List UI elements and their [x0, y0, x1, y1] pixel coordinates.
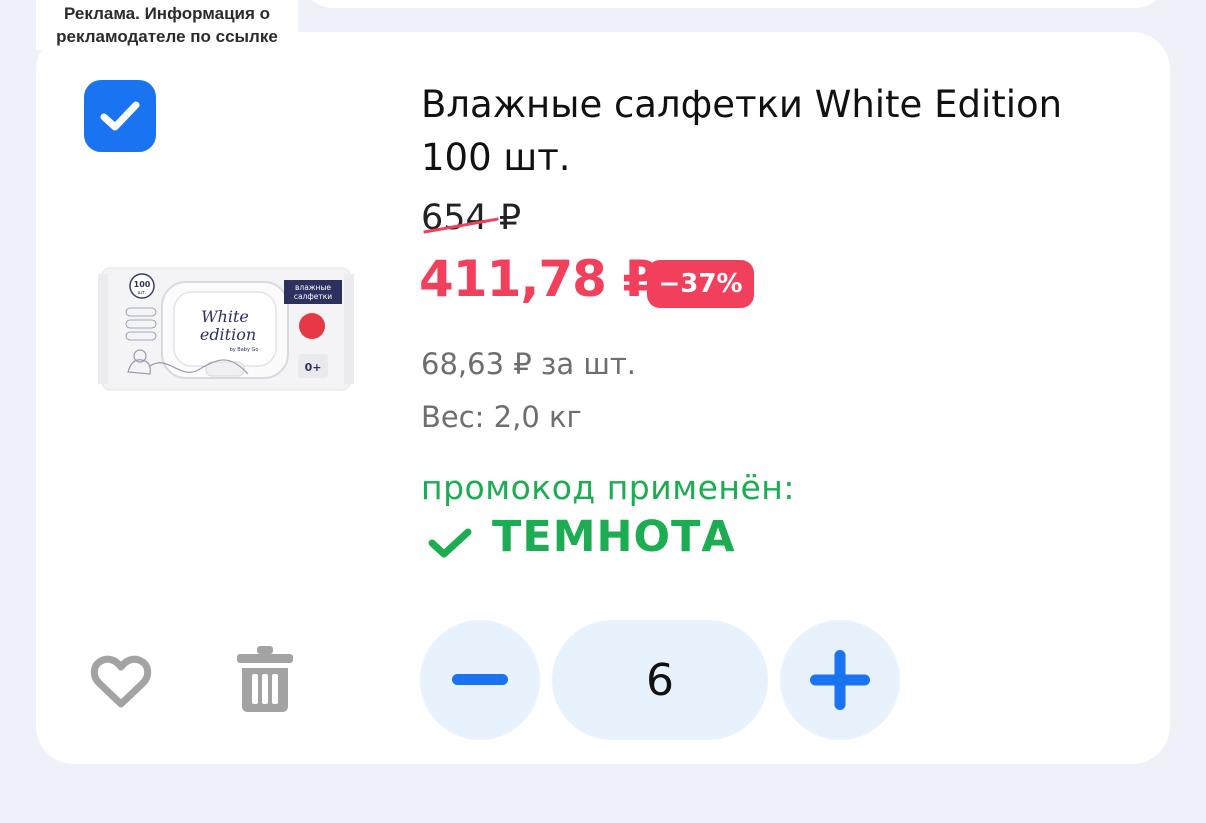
check-icon [428, 528, 472, 558]
increase-quantity-button[interactable] [780, 620, 900, 740]
quantity-value[interactable]: 6 [552, 620, 768, 740]
old-price-value: 654 ₽ [421, 198, 522, 238]
select-item-checkbox[interactable] [84, 80, 156, 152]
product-image[interactable]: 100 шт. White edition by Baby Go влажные… [98, 262, 354, 394]
decrease-quantity-button[interactable] [420, 620, 540, 740]
image-category-line2: салфетки [294, 292, 332, 301]
product-weight: Вес: 2,0 кг [421, 400, 582, 434]
image-count-badge: 100 [134, 280, 151, 289]
plus-icon [810, 650, 870, 710]
trash-icon[interactable] [237, 646, 293, 712]
image-count-unit: шт. [137, 290, 146, 296]
discount-badge: −37% [647, 260, 754, 308]
heart-icon[interactable] [90, 654, 152, 710]
old-price: 654 ₽ [421, 198, 521, 238]
check-icon [100, 101, 140, 131]
current-price: 411,78 ₽ [419, 250, 657, 308]
unit-price: 68,63 ₽ за шт. [421, 347, 636, 381]
image-brand-line2: edition [200, 325, 256, 344]
image-brand-line1: White [201, 307, 249, 326]
previous-card-edge [298, 0, 1170, 8]
promo-code: ТЕМНОТА [492, 512, 736, 562]
image-brand-sub: by Baby Go [230, 347, 259, 353]
promo-applied-label: промокод применён: [421, 468, 795, 507]
image-category-line1: влажные [295, 283, 331, 292]
image-age-label: 0+ [305, 361, 322, 374]
ad-disclaimer[interactable]: Реклама. Информация о рекламодателе по с… [36, 0, 298, 50]
minus-icon [452, 674, 508, 685]
product-title[interactable]: Влажные салфетки White Edition 100 шт. [421, 78, 1141, 184]
